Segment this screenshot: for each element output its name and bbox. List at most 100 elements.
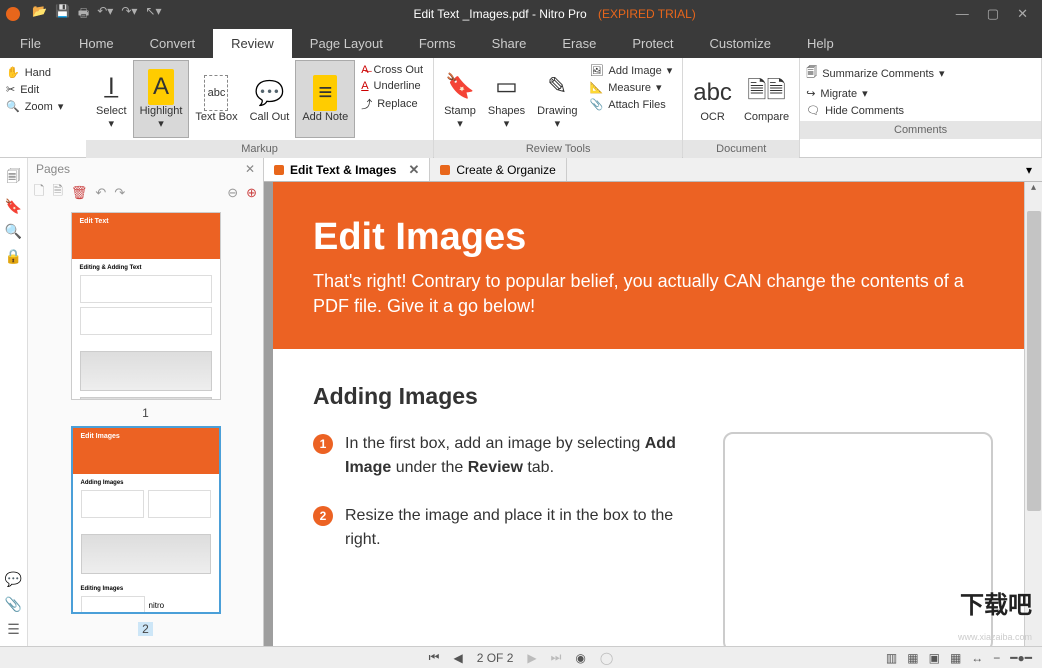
view-continuous-icon[interactable]: ▦	[907, 651, 918, 665]
document-scroll[interactable]: Edit Images That's right! Contrary to po…	[264, 182, 1042, 646]
nav-first-icon[interactable]: ⏮	[429, 650, 440, 665]
select-button[interactable]: I̲Select▾	[90, 60, 133, 138]
hide-comments-button[interactable]: 🗨Hide Comments	[806, 104, 1035, 117]
scroll-up-icon[interactable]: ▴	[1025, 182, 1042, 193]
new-page-icon[interactable]: 🗋	[34, 182, 44, 204]
summarize-comments-button[interactable]: 🗐Summarize Comments ▾	[806, 64, 1035, 83]
attach-button[interactable]: 📎Attach Files	[590, 98, 673, 111]
edit-tool[interactable]: ✂Edit	[6, 83, 80, 96]
steps-list: 1 In the first box, add an image by sele…	[313, 432, 693, 576]
crossout-button[interactable]: A̶Cross Out	[361, 64, 423, 76]
tab-erase[interactable]: Erase	[544, 29, 614, 58]
shapes-icon: ▭	[495, 69, 518, 105]
page-indicator[interactable]: 2 OF 2	[477, 651, 514, 665]
signatures-icon[interactable]: 🔒	[5, 248, 22, 265]
nav-last-icon[interactable]: ⏭	[551, 650, 562, 665]
tab-forms[interactable]: Forms	[401, 29, 474, 58]
undo-icon[interactable]: ↶▾	[97, 4, 113, 25]
tab-share[interactable]: Share	[474, 29, 545, 58]
open-icon[interactable]: 📂	[32, 4, 47, 25]
tab-review[interactable]: Review	[213, 29, 292, 58]
page-hero: Edit Images That's right! Contrary to po…	[273, 182, 1033, 349]
tab-home[interactable]: Home	[61, 29, 132, 58]
window-controls: — ▢ ✕	[942, 6, 1042, 22]
chevron-down-icon: ▾	[939, 67, 945, 80]
zoom-out-status-icon[interactable]: −	[993, 651, 1000, 665]
thumb-label-2-wrap: 2	[58, 620, 233, 642]
content-heading: Adding Images	[313, 383, 993, 410]
fit-width-icon[interactable]: ↔	[971, 651, 983, 665]
stamp-button[interactable]: 🔖Stamp▾	[438, 60, 482, 138]
layers-icon[interactable]: ☰	[7, 621, 20, 638]
zoom-tool[interactable]: 🔍Zoom ▾	[6, 100, 80, 113]
cursor-icon[interactable]: ↖▾	[145, 4, 161, 25]
addimage-button[interactable]: 🖼Add Image ▾	[590, 64, 673, 77]
addnote-button[interactable]: ≡Add Note	[295, 60, 355, 138]
ocr-icon: abc	[693, 75, 732, 111]
tab-customize[interactable]: Customize	[692, 29, 789, 58]
replace-label: Replace	[377, 98, 417, 110]
pages-panel-icon[interactable]: 🗐	[7, 166, 21, 190]
comments-group-label: Comments	[800, 121, 1041, 139]
highlight-button[interactable]: AHighlight▾	[133, 60, 190, 138]
textbox-button[interactable]: abcText Box	[189, 60, 243, 138]
doctab1-close-icon[interactable]: ✕	[408, 162, 419, 178]
doctab-create-organize[interactable]: Create & Organize	[430, 158, 566, 181]
view-grid-icon[interactable]: ▦	[950, 651, 961, 665]
nav-next-icon[interactable]: ▶	[527, 651, 536, 665]
zoom-in-icon[interactable]: ⊕	[246, 185, 257, 201]
attach-panel-icon[interactable]: 📎	[5, 596, 22, 613]
extract-icon[interactable]: 🗎	[52, 182, 62, 204]
tab-protect[interactable]: Protect	[614, 29, 691, 58]
pages-panel-header: Pages ✕	[28, 158, 263, 180]
zoom-slider[interactable]: ━●━	[1010, 651, 1032, 665]
document-area: Edit Text & Images ✕ Create & Organize ▾…	[264, 158, 1042, 646]
doctab-edit-text-images[interactable]: Edit Text & Images ✕	[264, 158, 430, 181]
callout-button[interactable]: 💬Call Out	[244, 60, 296, 138]
search-panel-icon[interactable]: 🔍	[5, 223, 22, 240]
tab-file[interactable]: File	[0, 29, 61, 58]
ocr-button[interactable]: abcOCR	[687, 60, 738, 138]
nav-back-icon[interactable]: ◉	[575, 651, 585, 665]
select-icon: I̲	[108, 69, 115, 105]
hand-tool[interactable]: ✋Hand	[6, 66, 80, 79]
underline-label: Underline	[374, 80, 421, 92]
compare-button[interactable]: 🗎🗎Compare	[738, 60, 795, 138]
maximize-icon[interactable]: ▢	[987, 6, 999, 22]
tab-page-layout[interactable]: Page Layout	[292, 29, 401, 58]
zoom-out-icon[interactable]: ⊖	[227, 185, 238, 201]
tab-help[interactable]: Help	[789, 29, 852, 58]
minimize-icon[interactable]: —	[956, 6, 969, 22]
drawing-button[interactable]: ✎Drawing▾	[531, 60, 583, 138]
measure-button[interactable]: 📐Measure ▾	[590, 81, 673, 94]
attach-label: Attach Files	[608, 99, 665, 111]
thumbnails-list: Edit Text Editing & Adding Text 1 Edit I…	[28, 206, 263, 646]
addimage-label: Add Image	[609, 65, 662, 77]
replace-button[interactable]: ⤴Replace	[361, 96, 423, 112]
doctab-menu[interactable]: ▾	[1016, 158, 1042, 181]
nav-forward-icon[interactable]: ◯	[600, 651, 613, 665]
thumbnail-page-2[interactable]: Edit Images Adding Images Editing Images…	[71, 426, 221, 614]
migrate-button[interactable]: ↪Migrate ▾	[806, 87, 1035, 100]
pdf-icon	[440, 165, 450, 175]
save-icon[interactable]: 💾	[55, 4, 70, 25]
underline-button[interactable]: AUnderline	[361, 80, 423, 92]
thumbnail-page-1[interactable]: Edit Text Editing & Adding Text	[71, 212, 221, 400]
nav-prev-icon[interactable]: ◀	[453, 651, 462, 665]
scrollbar-thumb[interactable]	[1027, 211, 1041, 511]
tab-convert[interactable]: Convert	[132, 29, 214, 58]
view-single-icon[interactable]: ▥	[886, 651, 897, 665]
shapes-button[interactable]: ▭Shapes▾	[482, 60, 531, 138]
summarize-label: Summarize Comments	[822, 68, 934, 80]
comment-panel-icon[interactable]: 💬	[5, 571, 22, 588]
rotate-right-icon[interactable]: ↷	[114, 185, 125, 201]
print-icon[interactable]: 🖶	[78, 4, 89, 25]
rotate-left-icon[interactable]: ↶	[95, 185, 106, 201]
close-icon[interactable]: ✕	[1017, 6, 1028, 22]
vertical-scrollbar[interactable]: ▴	[1024, 182, 1042, 646]
delete-page-icon[interactable]: 🗑	[71, 185, 88, 201]
redo-icon[interactable]: ↷▾	[121, 4, 137, 25]
view-facing-icon[interactable]: ▣	[929, 651, 940, 665]
panel-close-icon[interactable]: ✕	[245, 162, 255, 176]
bookmarks-icon[interactable]: 🔖	[5, 198, 22, 215]
